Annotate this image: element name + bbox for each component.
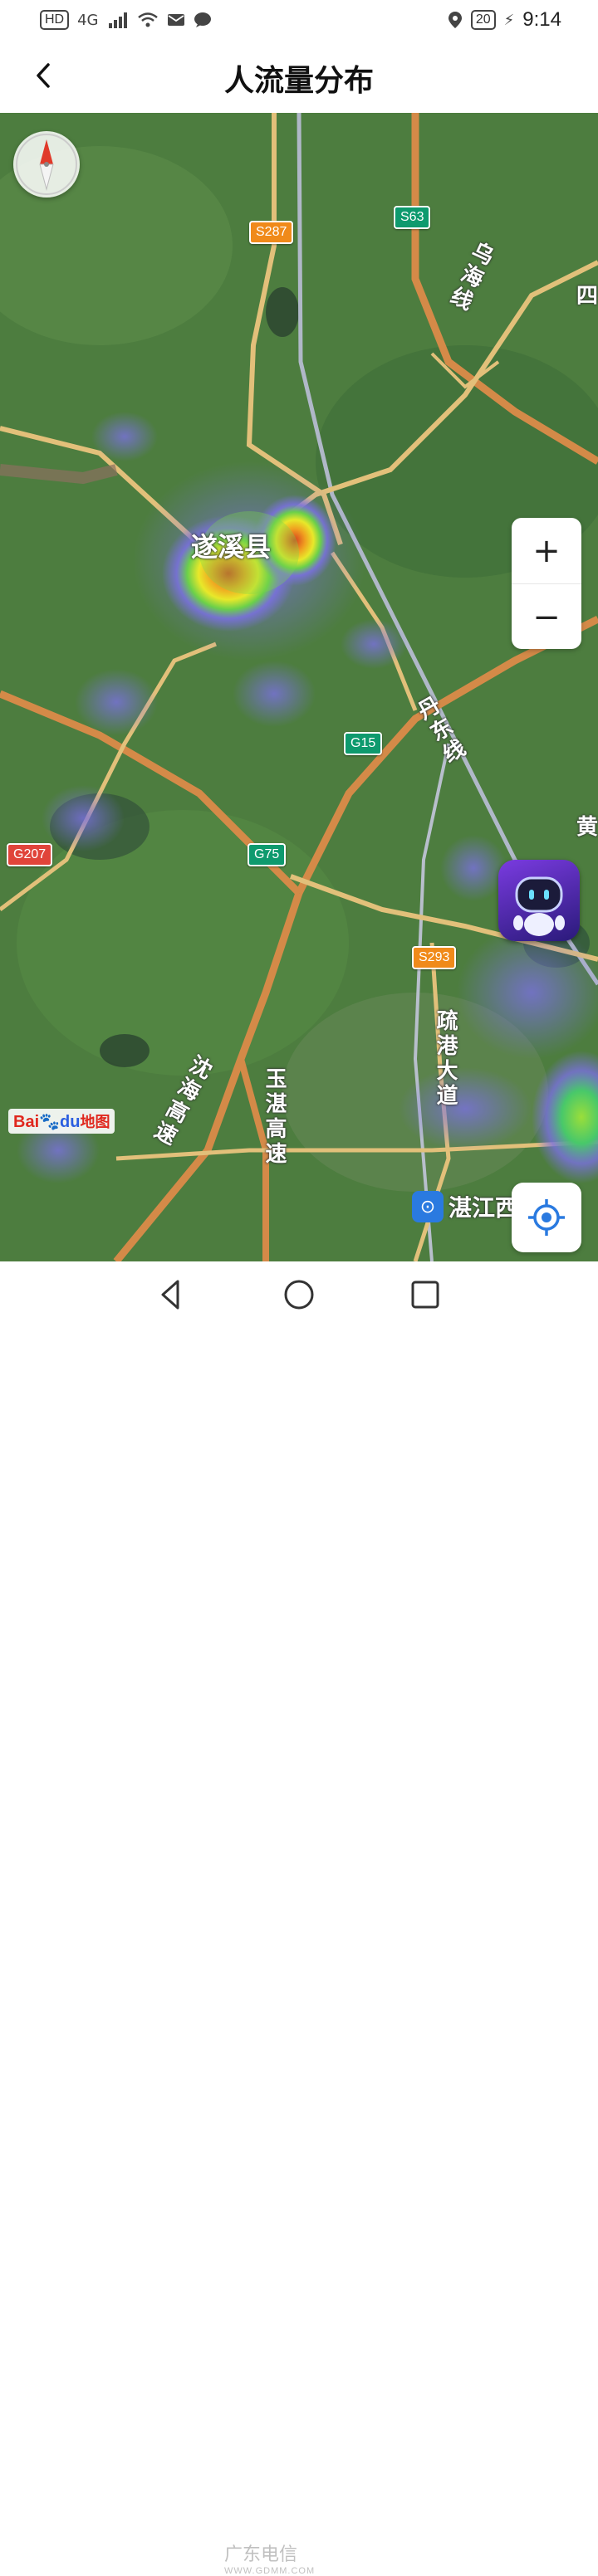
road-shield-s63: S63 [394, 206, 431, 229]
my-location-button[interactable] [512, 1183, 581, 1252]
road-name-yuzhan: 玉湛高速 [262, 1067, 287, 1167]
paw-icon: 🐾 [39, 1113, 61, 1131]
satellite-map-layer [0, 113, 598, 1261]
road-shield-s293: S293 [412, 946, 457, 969]
nav-home-icon[interactable] [281, 1276, 317, 1313]
wifi-icon [137, 12, 158, 27]
compass-icon[interactable] [13, 131, 80, 198]
map-logo: Bai🐾du地图 [8, 1109, 115, 1134]
zoom-out-button[interactable]: − [512, 584, 581, 650]
nav-back-icon[interactable] [153, 1276, 189, 1313]
nav-recents-icon[interactable] [407, 1276, 444, 1313]
assistant-robot-button[interactable] [498, 860, 580, 941]
station-marker[interactable]: ⊙ 湛江西 [412, 1190, 518, 1223]
app-header: 人流量分布 [0, 40, 598, 113]
battery-level: 20 [470, 10, 496, 30]
edge-place-label: 黄 [576, 815, 598, 840]
page-title: 人流量分布 [223, 64, 374, 98]
location-pin-icon [448, 12, 462, 28]
road-shield-g15: G15 [344, 732, 383, 755]
road-shield-g75: G75 [248, 843, 287, 866]
mail-icon [167, 14, 184, 26]
zoom-in-button[interactable]: + [512, 518, 581, 584]
city-label[interactable]: 遂溪县 [191, 526, 271, 564]
train-station-icon: ⊙ [412, 1191, 444, 1222]
road-shield-s287: S287 [249, 221, 294, 244]
message-icon [194, 12, 211, 27]
clock: 9:14 [522, 8, 561, 31]
station-label: 湛江西 [448, 1194, 519, 1222]
system-nav-bar: 广东电信 WWW.GDMM.COM [0, 1261, 598, 2576]
heatmap-map[interactable]: S287 S63 G15 G75 G207 S293 遂溪县 乌海线 丹东线 疏… [0, 113, 598, 1261]
road-shield-g207: G207 [7, 843, 53, 866]
road-name-shuganggang: 疏港大道 [433, 1009, 458, 1109]
signal-label: 4G [77, 11, 99, 29]
edge-place-label: 四 [576, 284, 598, 309]
signal-icon [108, 12, 127, 28]
zoom-control: + − [512, 518, 581, 649]
status-bar: HD 4G 20 ⚡ 9:14 [0, 0, 598, 40]
crosshair-icon [528, 1199, 565, 1236]
hd-badge: HD [40, 10, 70, 30]
charging-icon: ⚡ [503, 11, 515, 29]
watermark: 广东电信 WWW.GDMM.COM [224, 2544, 316, 2576]
